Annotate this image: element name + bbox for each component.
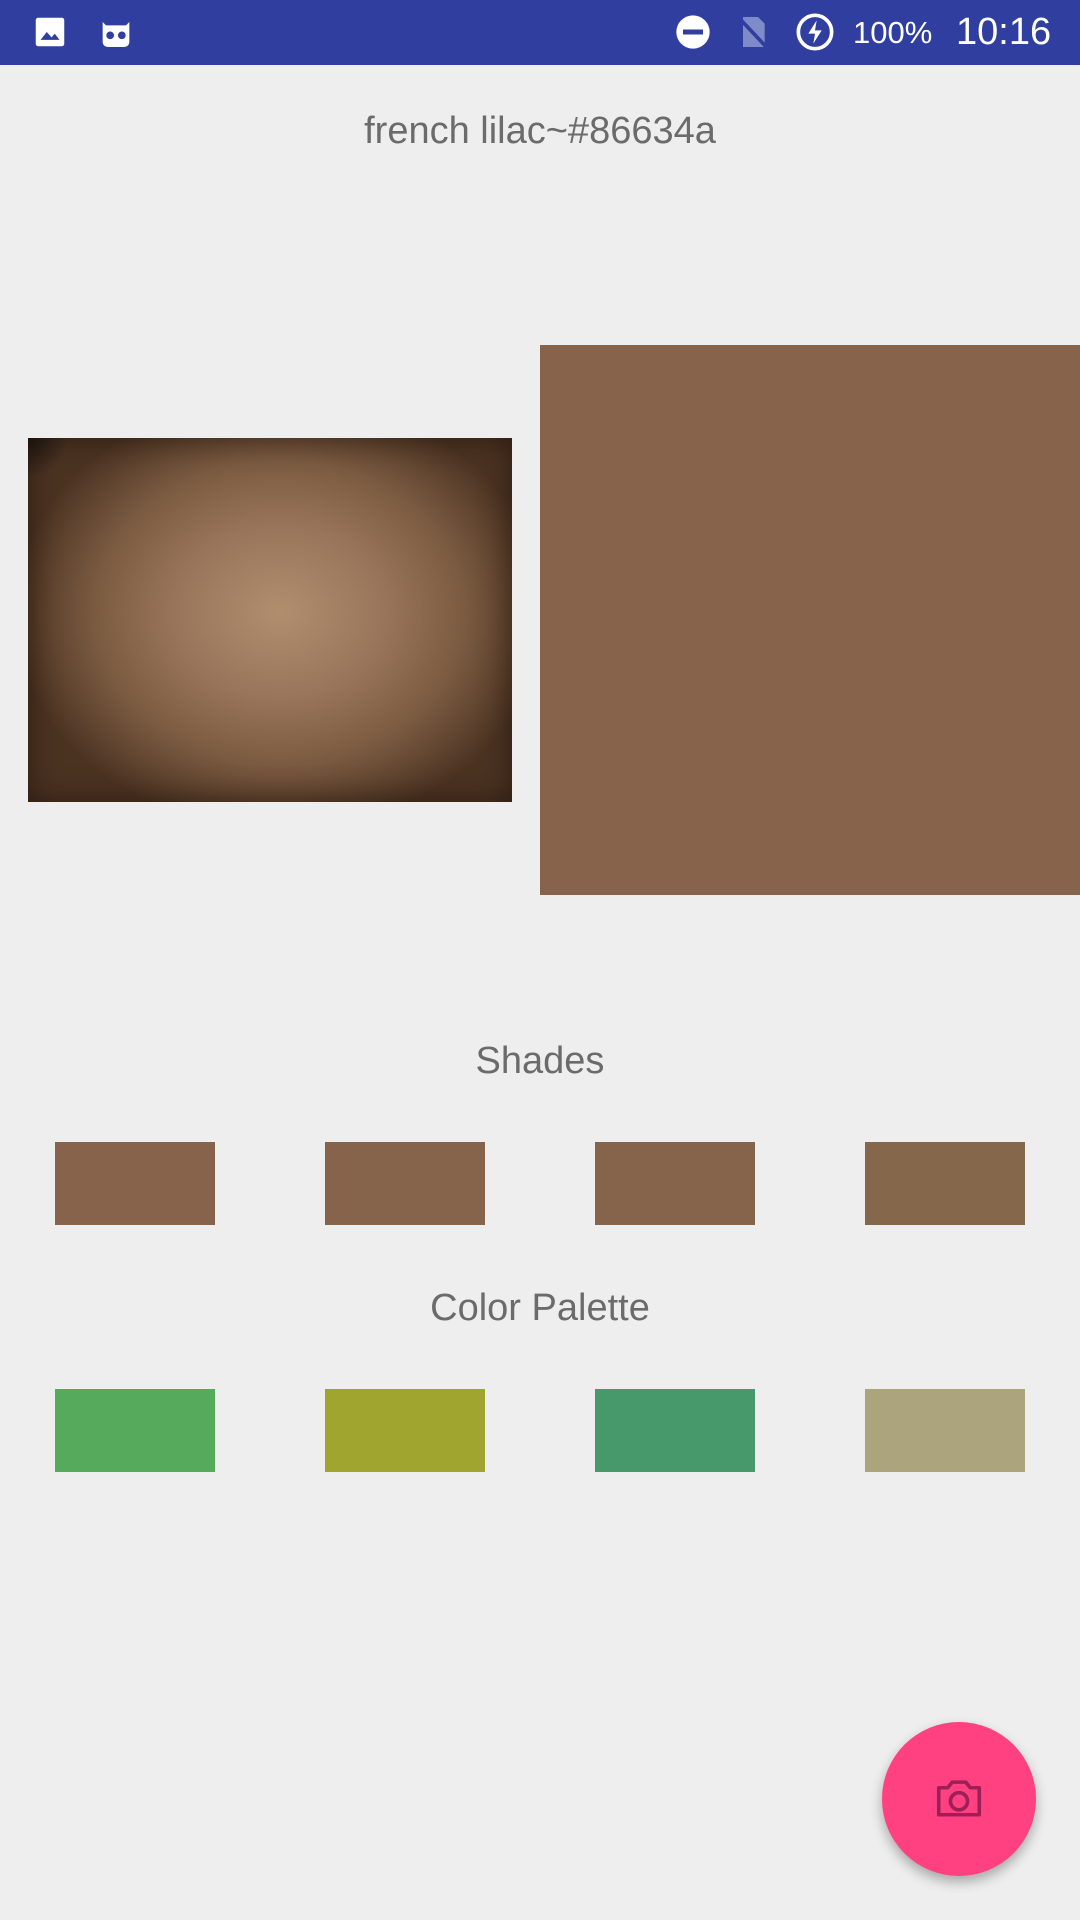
shade-swatch-3[interactable] [595,1142,755,1225]
camera-icon [932,1772,986,1826]
shade-swatch-4[interactable] [865,1142,1025,1225]
no-sim-icon [733,12,773,52]
clock: 10:16 [956,11,1052,53]
color-name-title: french lilac~#86634a [364,110,716,152]
cyanogen-mod-icon [96,12,136,52]
shades-heading: Shades [475,1040,605,1082]
shade-swatch-1[interactable] [55,1142,215,1225]
battery-charging-icon [795,12,835,52]
status-bar: 100% 10:16 [0,0,1080,65]
palette-swatch-2[interactable] [325,1389,485,1472]
palette-swatch-4[interactable] [865,1389,1025,1472]
battery-percent: 100% [853,15,933,50]
palette-swatch-1[interactable] [55,1389,215,1472]
palette-swatch-3[interactable] [595,1389,755,1472]
do-not-disturb-icon [673,12,713,52]
shade-swatch-2[interactable] [325,1142,485,1225]
image-icon [30,12,70,52]
captured-photo[interactable] [28,438,512,802]
selected-color-swatch [540,345,1080,895]
camera-fab-button[interactable] [882,1722,1036,1876]
palette-heading: Color Palette [430,1287,650,1329]
